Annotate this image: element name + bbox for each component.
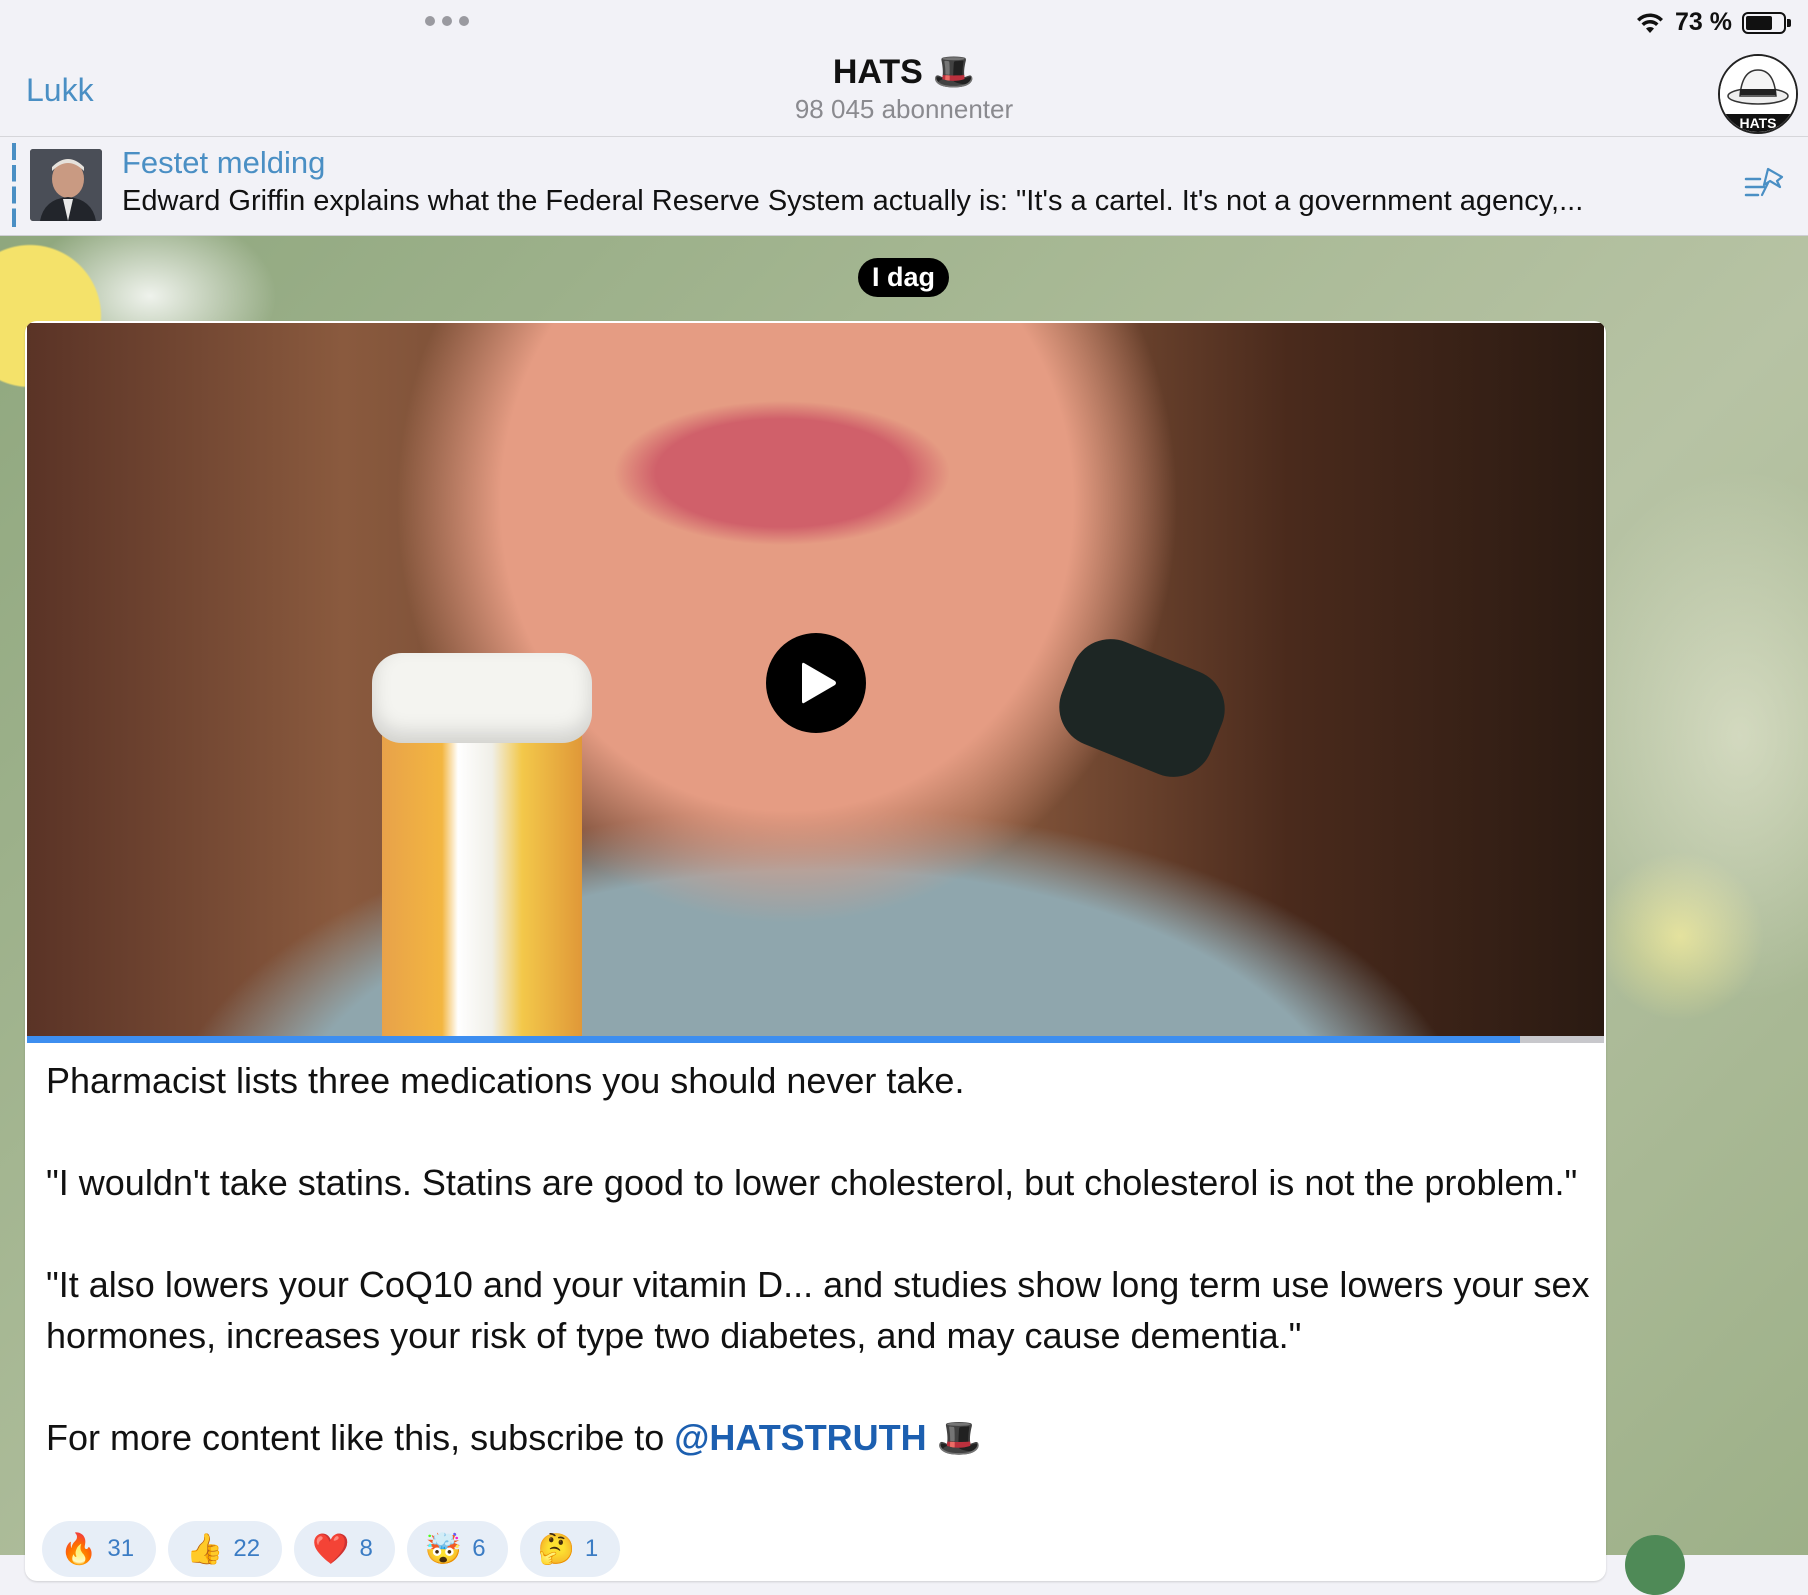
reaction-thumbs-up[interactable]: 👍 22 [168, 1521, 283, 1577]
channel-title: HATS 🎩 [833, 52, 975, 92]
reactions-row: 🔥 31 👍 22 ❤️ 8 🤯 6 🤔 1 [42, 1521, 621, 1577]
fire-icon: 🔥 [60, 1532, 98, 1566]
thinking-face-icon: 🤔 [537, 1532, 575, 1566]
channel-header[interactable]: HATS 🎩 98 045 abonnenter [0, 52, 1808, 125]
video-bottle-cap [372, 653, 592, 743]
message-line: For more content like this, subscribe to… [46, 1412, 1591, 1463]
battery-icon [1742, 11, 1791, 34]
battery-percentage: 73 % [1675, 8, 1732, 36]
reaction-count: 22 [233, 1535, 261, 1562]
video-progress-bar[interactable] [27, 1036, 1604, 1043]
thumbs-up-icon: 👍 [186, 1532, 224, 1566]
pinned-title: Festet melding [122, 145, 326, 180]
reaction-exploding-head[interactable]: 🤯 6 [406, 1521, 508, 1577]
status-bar: 73 % [0, 0, 1808, 44]
message-line: "I wouldn't take statins. Statins are go… [46, 1162, 1578, 1203]
hat-logo-icon: HATS [1720, 56, 1796, 132]
svg-text:HATS: HATS [1739, 115, 1776, 131]
play-icon [802, 662, 836, 704]
nav-bar: Lukk HATS 🎩 98 045 abonnenter HATS [0, 44, 1808, 137]
message-line: Pharmacist lists three medications you s… [46, 1060, 965, 1101]
video-device [1047, 627, 1237, 789]
heart-icon: ❤️ [312, 1532, 350, 1566]
share-button[interactable] [1625, 1535, 1685, 1595]
message-bubble[interactable]: Pharmacist lists three medications you s… [25, 321, 1606, 1581]
reaction-heart[interactable]: ❤️ 8 [294, 1521, 395, 1577]
top-hat-icon: 🎩 [936, 1417, 982, 1458]
message-text: Pharmacist lists three medications you s… [46, 1055, 1591, 1463]
channel-mention-link[interactable]: @HATSTRUTH [674, 1417, 926, 1458]
video-progress-fill [27, 1036, 1521, 1043]
video-preview[interactable] [27, 323, 1604, 1038]
wifi-icon [1637, 12, 1664, 33]
channel-name: HATS [832, 52, 923, 91]
reaction-count: 31 [107, 1535, 135, 1562]
message-line-prefix: For more content like this, subscribe to [46, 1417, 675, 1458]
channel-avatar[interactable]: HATS [1718, 54, 1798, 134]
pinned-message-bar[interactable]: Festet melding Edward Griffin explains w… [0, 137, 1808, 236]
message-line: "It also lowers your CoQ10 and your vita… [46, 1264, 1590, 1356]
reaction-count: 8 [359, 1535, 373, 1562]
reaction-count: 1 [584, 1535, 599, 1562]
multitasking-dots-icon[interactable] [425, 16, 469, 26]
pinned-thumbnail [30, 149, 102, 221]
status-indicators: 73 % [1635, 8, 1791, 37]
video-pill-bottle [382, 698, 582, 1038]
play-button[interactable] [766, 633, 866, 733]
reaction-fire[interactable]: 🔥 31 [42, 1521, 157, 1577]
pinned-indicator [12, 143, 16, 227]
top-hat-icon: 🎩 [932, 53, 976, 91]
exploding-head-icon: 🤯 [424, 1532, 463, 1566]
subscriber-count: 98 045 abonnenter [794, 94, 1014, 124]
reaction-thinking[interactable]: 🤔 1 [519, 1521, 621, 1577]
pinned-list-icon[interactable] [1744, 165, 1786, 205]
reaction-count: 6 [472, 1535, 486, 1562]
date-separator: I dag [858, 258, 950, 297]
pinned-text: Edward Griffin explains what the Federal… [122, 185, 1584, 217]
